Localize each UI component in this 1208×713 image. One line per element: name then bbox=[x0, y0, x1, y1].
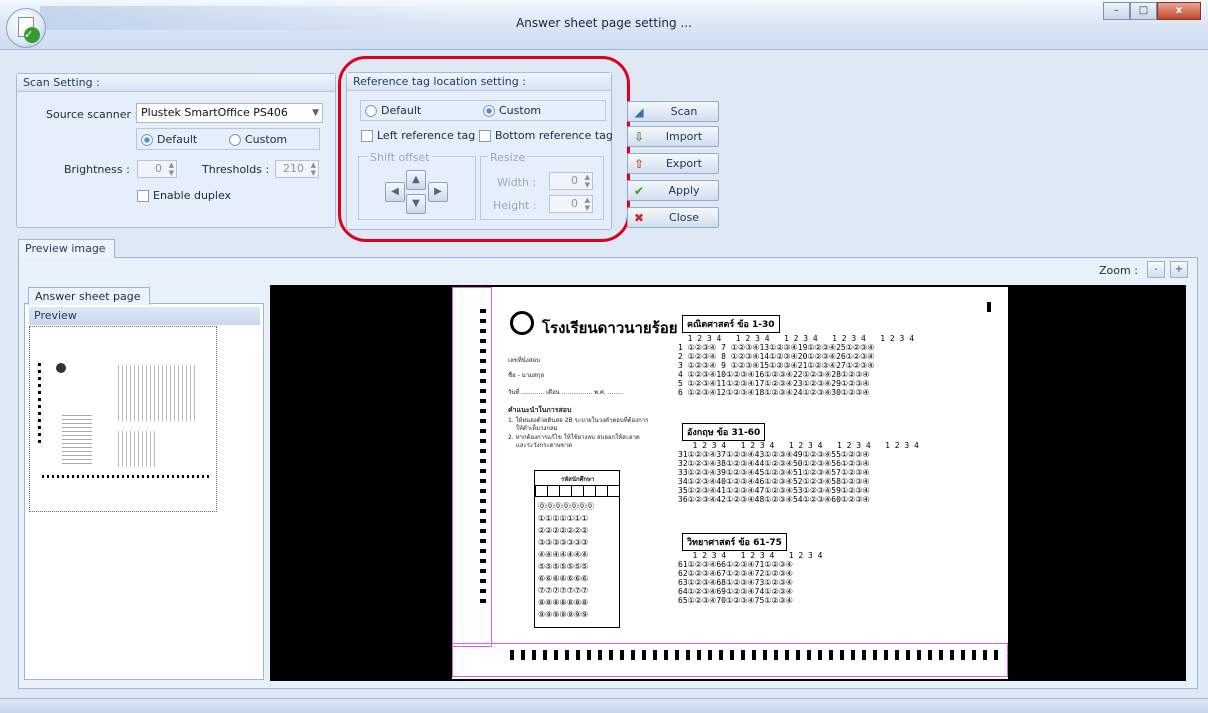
section-english-label: อังกฤษ ข้อ 31-60 bbox=[682, 423, 766, 441]
zoom-label: Zoom : bbox=[1099, 264, 1138, 277]
enable-duplex-label: Enable duplex bbox=[153, 189, 232, 202]
apply-button-label: Apply bbox=[668, 184, 700, 197]
bottom-reference-marks bbox=[510, 650, 998, 660]
import-button-label: Import bbox=[665, 130, 703, 143]
export-button-label: Export bbox=[665, 157, 702, 170]
window-controls: – □ x bbox=[1103, 2, 1201, 20]
source-scanner-select[interactable]: Plustek SmartOffice PS406 ▼ bbox=[136, 103, 323, 123]
scan-mode-default-label: Default bbox=[157, 133, 198, 146]
import-button[interactable]: ⇩ Import bbox=[627, 126, 719, 147]
scan-setting-group: Scan Setting : bbox=[16, 73, 336, 228]
title-bar: ✓ Answer sheet page setting ... – □ x bbox=[0, 0, 1208, 50]
thumbnail-bubbles bbox=[118, 365, 198, 421]
page-thumbnail[interactable] bbox=[29, 326, 217, 512]
thumbnail-bottom-marks bbox=[42, 475, 210, 478]
minimize-button[interactable]: – bbox=[1103, 2, 1130, 20]
math-bubble-grid: 1 2 3 4 1 2 3 4 1 2 3 4 1 2 3 4 1 2 3 4 … bbox=[678, 334, 915, 397]
thumbnail-bubbles-2 bbox=[118, 431, 158, 467]
thresholds-value: 210 bbox=[283, 162, 304, 175]
close-icon: ✖ bbox=[633, 210, 645, 225]
science-bubble-grid: 1 2 3 4 1 2 3 4 1 2 3 4 61①②③④66①②③④71①②… bbox=[678, 551, 823, 605]
thresholds-spinner[interactable]: 210 ▲ ▼ bbox=[275, 160, 319, 178]
left-reference-marks bbox=[480, 309, 486, 605]
radio-selected-icon bbox=[141, 133, 153, 146]
window-title: Answer sheet page setting ... bbox=[516, 16, 692, 30]
status-bar bbox=[0, 698, 1208, 713]
spin-arrows-icon: ▲ ▼ bbox=[168, 161, 174, 177]
school-name: โรงเรียนดาวนายร้อย bbox=[542, 319, 678, 337]
source-scanner-value: Plustek SmartOffice PS406 bbox=[141, 106, 288, 119]
checkbox-icon bbox=[137, 189, 149, 202]
apply-button[interactable]: ✔ Apply bbox=[627, 180, 719, 201]
thumbnail-reference-marks bbox=[38, 363, 41, 443]
scan-button[interactable]: ◢ Scan bbox=[627, 101, 719, 122]
export-button[interactable]: ⇧ Export bbox=[627, 153, 719, 174]
export-icon: ⇧ bbox=[633, 156, 645, 171]
thumbnail-id-grid bbox=[62, 415, 92, 467]
scan-button-label: Scan bbox=[670, 105, 698, 118]
scan-mode-custom-label: Custom bbox=[245, 133, 288, 146]
student-id-label: รหัสนักศึกษา bbox=[561, 476, 595, 483]
field-name: ชื่อ - นามสกุล bbox=[508, 372, 545, 379]
tab-answer-sheet-page-list[interactable]: Answer sheet page list bbox=[28, 287, 150, 320]
field-seat-number: เลขที่นั่งสอบ bbox=[508, 357, 540, 364]
left-tag-zone bbox=[452, 287, 492, 647]
brightness-label: Brightness : bbox=[64, 163, 130, 176]
zoom-out-button[interactable]: - bbox=[1147, 261, 1165, 278]
highlight-annotation-ring bbox=[338, 56, 630, 242]
check-icon: ✔ bbox=[633, 183, 645, 198]
instruction-2b: และระวังกระดาษขาด bbox=[516, 442, 573, 449]
scan-setting-header: Scan Setting : bbox=[17, 74, 335, 92]
thresholds-label: Thresholds : bbox=[202, 163, 270, 176]
import-icon: ⇩ bbox=[633, 129, 645, 144]
student-id-box: รหัสนักศึกษา ⓪⓪⓪⓪⓪⓪⓪ ①①①①①①① ②②②②②②② ③③③… bbox=[534, 470, 620, 628]
school-logo bbox=[510, 311, 534, 335]
source-scanner-label: Source scanner : bbox=[46, 108, 139, 121]
maximize-button[interactable]: □ bbox=[1130, 2, 1157, 20]
chevron-down-icon: ▼ bbox=[312, 108, 319, 118]
thumbnail-logo bbox=[56, 363, 66, 373]
student-id-write-boxes bbox=[535, 485, 619, 497]
page-list-item-preview[interactable]: Preview bbox=[29, 307, 260, 325]
english-bubble-grid: 1 2 3 4 1 2 3 4 1 2 3 4 1 2 3 4 1 2 3 4 … bbox=[678, 441, 919, 504]
answer-sheet-image: โรงเรียนดาวนายร้อย เลขที่นั่งสอบ ชื่อ - … bbox=[452, 287, 1008, 679]
close-button[interactable]: ✖ Close bbox=[627, 207, 719, 228]
close-window-button[interactable]: x bbox=[1157, 2, 1201, 20]
brightness-value: 0 bbox=[155, 162, 162, 175]
zoom-in-button[interactable]: + bbox=[1170, 261, 1188, 278]
spin-arrows-icon: ▲ ▼ bbox=[310, 161, 316, 177]
section-math-label: คณิตศาสตร์ ข้อ 1-30 bbox=[682, 315, 780, 333]
scanner-icon: ◢ bbox=[634, 104, 644, 119]
field-date: วันที่ ............ เดือน ..............… bbox=[508, 389, 623, 396]
corner-mark bbox=[987, 302, 991, 312]
bottom-tag-zone bbox=[452, 643, 1008, 677]
radio-unselected-icon bbox=[229, 133, 241, 146]
close-button-label: Close bbox=[669, 211, 699, 224]
tab-preview-image[interactable]: Preview image bbox=[18, 239, 115, 258]
scan-mode-custom-radio[interactable]: Custom bbox=[229, 133, 287, 146]
scan-mode-default-radio[interactable]: Default bbox=[141, 133, 197, 146]
section-science-label: วิทยาศาสตร์ ข้อ 61-75 bbox=[682, 533, 787, 551]
enable-duplex-checkbox[interactable]: Enable duplex bbox=[137, 189, 231, 202]
student-id-bubbles: ⓪⓪⓪⓪⓪⓪⓪ ①①①①①①① ②②②②②②② ③③③③③③③ ④④④④④④④ … bbox=[538, 502, 594, 619]
brightness-spinner[interactable]: 0 ▲ ▼ bbox=[137, 160, 177, 178]
